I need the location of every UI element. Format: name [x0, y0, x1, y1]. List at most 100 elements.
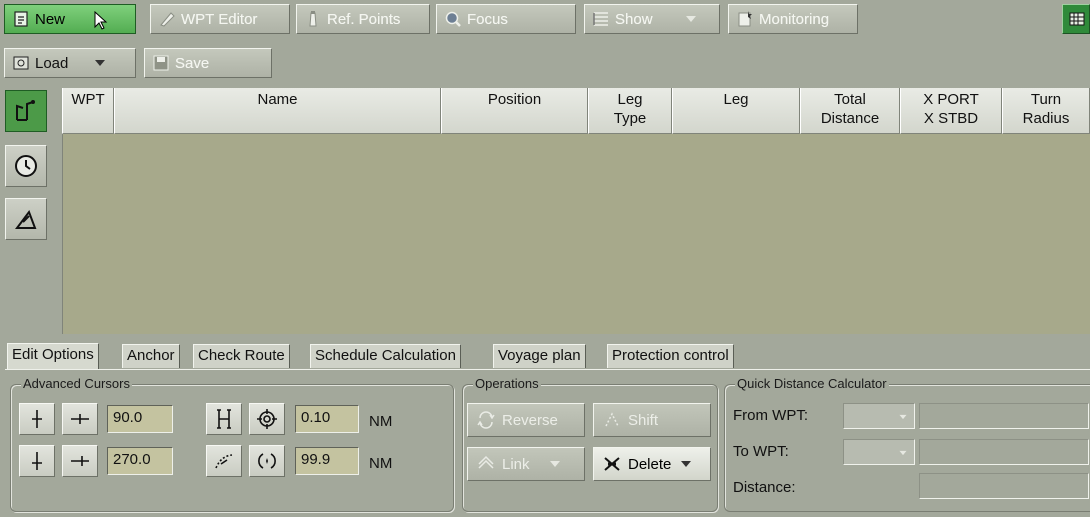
monitoring-button[interactable]: Monitoring — [728, 4, 858, 34]
tab-label: Protection control — [612, 347, 729, 364]
sidebar-item-measure[interactable] — [5, 198, 47, 240]
new-button[interactable]: New — [4, 4, 136, 34]
arc-icon — [215, 454, 233, 469]
delete-waypoint-icon — [604, 457, 620, 471]
column-header-xtd[interactable]: X PORT X STBD — [900, 88, 1002, 134]
column-header-text: Leg — [723, 91, 749, 108]
cursor-vertical-down-button[interactable] — [19, 445, 55, 477]
tab-label: Schedule Calculation — [315, 347, 456, 364]
from-wpt-select[interactable] — [843, 403, 915, 429]
tab-voyage-plan[interactable]: Voyage plan — [493, 344, 586, 368]
reverse-arrows-icon — [477, 411, 495, 429]
tab-schedule-calculation[interactable]: Schedule Calculation — [310, 344, 461, 368]
circle-dot-icon — [258, 453, 276, 469]
magnifier-icon — [445, 11, 461, 27]
quick-distance-legend: Quick Distance Calculator — [735, 376, 889, 391]
distance-label: Distance: — [733, 479, 796, 496]
cursor-vertical-up-button[interactable] — [19, 403, 55, 435]
chevron-down-icon — [681, 461, 692, 467]
quick-distance-group: Quick Distance Calculator From WPT: To W… — [724, 376, 1090, 512]
column-header-text: Position — [487, 91, 542, 108]
tab-label: Check Route — [198, 347, 285, 364]
range-unit: NM — [369, 413, 393, 430]
chevron-down-icon — [685, 16, 696, 22]
cursor-horizontal-right-button[interactable] — [62, 445, 98, 477]
monitoring-label: Monitoring — [759, 10, 830, 28]
edit-options-panel: Advanced Cursors 90.0 270.0 0.10 NM 99.9… — [5, 369, 1090, 517]
range-scale-button[interactable] — [206, 403, 242, 435]
reverse-button[interactable]: Reverse — [467, 403, 585, 437]
shift-button[interactable]: Shift — [593, 403, 711, 437]
center-point-button[interactable] — [249, 445, 285, 477]
column-header-leg-type[interactable]: Leg Type — [588, 88, 672, 134]
grid-icon — [1069, 12, 1085, 26]
wpt-editor-label: WPT Editor — [181, 10, 258, 28]
column-header-leg[interactable]: Leg — [672, 88, 800, 134]
column-header-text: X STBD — [923, 110, 979, 127]
column-header-text: WPT — [71, 91, 105, 108]
to-wpt-field[interactable] — [919, 439, 1089, 465]
save-button[interactable]: Save — [144, 48, 272, 78]
ref-points-label: Ref. Points — [327, 10, 401, 28]
chevron-down-icon — [899, 450, 907, 456]
target-button[interactable] — [249, 403, 285, 435]
chevron-down-icon — [549, 461, 560, 467]
column-header-name[interactable]: Name — [114, 88, 441, 134]
tab-label: Voyage plan — [498, 347, 581, 364]
cursor-bearing-1-value[interactable]: 90.0 — [107, 405, 173, 433]
column-header-wpt[interactable]: WPT — [62, 88, 114, 134]
cursor-cross-icon — [32, 410, 42, 428]
sidebar-item-schedule[interactable] — [5, 145, 47, 187]
cursor-bearing-2-value[interactable]: 270.0 — [107, 447, 173, 475]
cursor-percent-value[interactable]: 99.9 — [295, 447, 359, 475]
tab-edit-options[interactable]: Edit Options — [7, 343, 99, 370]
link-dropdown[interactable]: Link — [467, 447, 585, 481]
link-label: Link — [502, 455, 530, 473]
column-header-turn-radius[interactable]: Turn Radius — [1002, 88, 1090, 134]
to-wpt-select[interactable] — [843, 439, 915, 465]
reverse-label: Reverse — [502, 411, 558, 429]
range-bars-icon — [217, 409, 231, 429]
load-dropdown[interactable]: Load — [4, 48, 136, 78]
column-header-text: X PORT — [923, 91, 979, 108]
advanced-cursors-group: Advanced Cursors 90.0 270.0 0.10 NM 99.9… — [10, 376, 454, 512]
column-header-text: Total — [834, 91, 866, 108]
column-header-text: Name — [257, 91, 298, 108]
sidebar-item-route[interactable] — [5, 90, 47, 132]
to-wpt-label: To WPT: — [733, 443, 789, 460]
column-header-position[interactable]: Position — [441, 88, 588, 134]
pencil-icon — [160, 12, 175, 27]
delete-label: Delete — [628, 455, 672, 473]
new-document-icon — [14, 11, 28, 27]
tab-check-route[interactable]: Check Route — [193, 344, 290, 368]
ref-points-button[interactable]: Ref. Points — [296, 4, 430, 34]
focus-button[interactable]: Focus — [436, 4, 576, 34]
tab-anchor[interactable]: Anchor — [122, 344, 180, 368]
clock-icon — [15, 155, 37, 177]
arc-button[interactable] — [206, 445, 242, 477]
list-icon — [593, 12, 608, 26]
monitoring-document-icon — [738, 11, 752, 27]
delete-dropdown[interactable]: Delete — [593, 447, 711, 481]
cursor-range-value[interactable]: 0.10 — [295, 405, 359, 433]
route-table-body[interactable] — [62, 134, 1090, 334]
operations-group: Operations Reverse Shift Link Delete — [462, 376, 718, 512]
route-waypoints-icon — [16, 100, 35, 121]
show-dropdown[interactable]: Show — [584, 4, 720, 34]
tab-protection-control[interactable]: Protection control — [607, 344, 734, 368]
cursor-cross-icon — [71, 456, 89, 466]
from-wpt-field[interactable] — [919, 403, 1089, 429]
wpt-editor-button[interactable]: WPT Editor — [150, 4, 290, 34]
grid-view-button[interactable] — [1062, 4, 1090, 34]
target-icon — [257, 409, 277, 429]
shift-label: Shift — [628, 411, 659, 429]
load-label: Load — [35, 54, 69, 72]
cursor-horizontal-left-button[interactable] — [62, 403, 98, 435]
column-header-text: Type — [613, 110, 647, 127]
column-header-text: Turn — [1030, 91, 1062, 108]
column-header-text: Radius — [1022, 110, 1070, 127]
chevron-down-icon — [95, 60, 106, 66]
focus-label: Focus — [467, 10, 508, 28]
column-header-total-distance[interactable]: Total Distance — [800, 88, 900, 134]
tab-label: Edit Options — [12, 346, 94, 363]
